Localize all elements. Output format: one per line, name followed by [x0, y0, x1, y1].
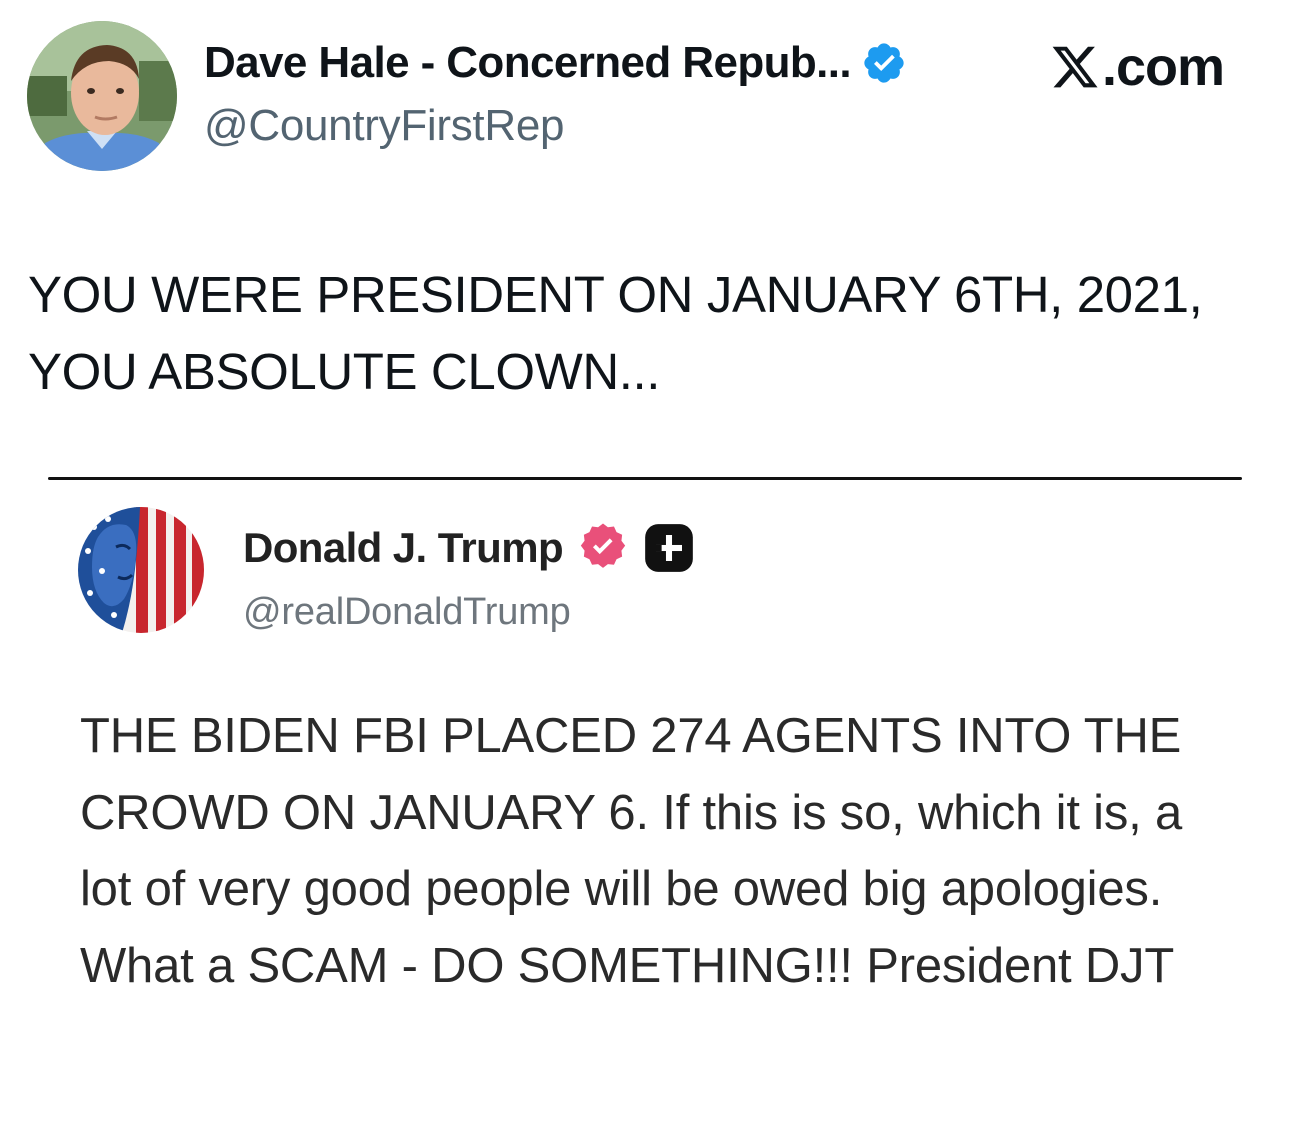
embedded-post-text: THE BIDEN FBI PLACED 274 AGENTS INTO THE…: [80, 709, 1183, 993]
plus-badge-icon: [645, 524, 693, 572]
author-name-row: Dave Hale - Concerned Repub...: [204, 38, 907, 88]
embedded-author-avatar: [78, 507, 204, 633]
author-handle[interactable]: @CountryFirstRep: [204, 101, 564, 151]
author-avatar[interactable]: [27, 21, 177, 171]
verified-badge-blue-icon: [864, 43, 904, 83]
profile-photo-avatar: [27, 21, 177, 171]
flag-portrait-avatar: [78, 507, 204, 633]
x-logo-icon: [1052, 46, 1098, 88]
embedded-author-handle: @realDonaldTrump: [243, 591, 571, 633]
embedded-author-name-row: Donald J. Trump: [243, 520, 695, 576]
image-top-divider: [48, 477, 1242, 480]
xcom-source-label: .com: [1050, 36, 1225, 98]
author-name[interactable]: Dave Hale - Concerned Repub...: [204, 38, 852, 88]
embedded-author-name: Donald J. Trump: [243, 524, 564, 571]
tweet-text: YOU WERE PRESIDENT ON JANUARY 6TH, 2021,…: [28, 266, 1203, 400]
xcom-text: .com: [1102, 37, 1225, 97]
verified-badge-pink-icon: [580, 523, 626, 568]
